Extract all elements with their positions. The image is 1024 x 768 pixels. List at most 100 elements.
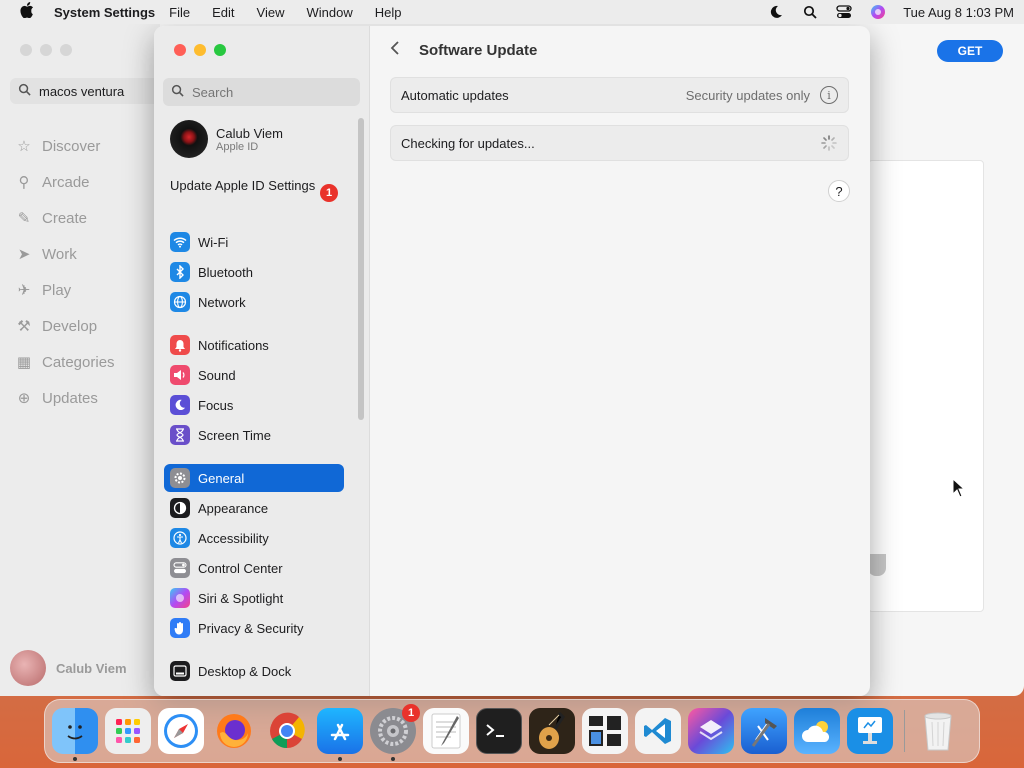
menu-clock[interactable]: Tue Aug 8 1:03 PM (903, 5, 1014, 20)
settings-sidebar: Calub Viem Apple ID Update Apple ID Sett… (154, 26, 370, 696)
apple-id-profile[interactable]: Calub Viem Apple ID (170, 120, 283, 158)
minimize-button[interactable] (40, 44, 52, 56)
chrome-icon[interactable] (264, 708, 310, 754)
moon-icon[interactable] (767, 4, 785, 20)
sidebar-item-general[interactable]: General (164, 464, 344, 492)
back-chevron-icon[interactable] (390, 40, 400, 61)
nav-label: Create (42, 209, 88, 227)
menu-help[interactable]: Help (375, 5, 402, 20)
menu-file[interactable]: File (169, 5, 190, 20)
siri-icon[interactable] (869, 4, 887, 20)
app-store-account[interactable]: Calub Viem (10, 650, 127, 686)
gear-icon (170, 468, 190, 488)
nav-create[interactable]: ✎ Create (14, 200, 115, 236)
sidebar-item-notifications[interactable]: Notifications (164, 331, 344, 359)
sidebar-item-focus[interactable]: Focus (164, 391, 344, 419)
nav-categories[interactable]: ▦ Categories (14, 344, 115, 380)
sidebar-item-label: Sound (198, 367, 236, 383)
dock-separator (904, 710, 905, 752)
minimize-button[interactable] (194, 44, 206, 56)
close-button[interactable] (20, 44, 32, 56)
app-store-icon[interactable] (317, 708, 363, 761)
automatic-updates-row[interactable]: Automatic updates Security updates only … (390, 77, 849, 113)
checking-updates-row: Checking for updates... (390, 125, 849, 161)
siri-icon (170, 588, 190, 608)
apple-menu-icon[interactable] (10, 1, 44, 23)
nav-arcade[interactable]: ⚲ Arcade (14, 164, 115, 200)
dock: 1 (44, 699, 980, 763)
hammer-icon: ⚒ (17, 318, 31, 335)
close-button[interactable] (174, 44, 186, 56)
update-apple-id-settings[interactable]: Update Apple ID Settings (170, 178, 320, 194)
system-settings-window: Calub Viem Apple ID Update Apple ID Sett… (154, 26, 870, 696)
control-center-icon[interactable] (835, 4, 853, 20)
settings-search-input[interactable] (192, 84, 342, 100)
sidebar-item-wifi[interactable]: Wi-Fi (164, 228, 344, 256)
menu-edit[interactable]: Edit (212, 5, 234, 20)
menu-window[interactable]: Window (306, 5, 352, 20)
get-button[interactable]: GET (937, 40, 1003, 62)
nav-work[interactable]: ➤ Work (14, 236, 115, 272)
sidebar-scrollbar[interactable] (358, 118, 364, 420)
sidebar-item-label: Bluetooth (198, 264, 253, 280)
shortcuts-icon[interactable] (688, 708, 734, 754)
vscode-icon[interactable] (635, 708, 681, 754)
appearance-icon (170, 498, 190, 518)
settings-search-field[interactable] (163, 78, 360, 106)
menu-app-name[interactable]: System Settings (54, 5, 155, 20)
nav-develop[interactable]: ⚒ Develop (14, 308, 115, 344)
nav-label: Updates (42, 389, 98, 407)
launchpad-icon[interactable] (105, 708, 151, 754)
running-indicator (73, 757, 77, 761)
garageband-icon[interactable] (529, 708, 575, 754)
notification-badge: 1 (402, 704, 420, 722)
zoom-button[interactable] (214, 44, 226, 56)
spotlight-search-icon[interactable] (801, 4, 819, 20)
info-icon[interactable]: i (820, 86, 838, 104)
sidebar-item-siri-spotlight[interactable]: Siri & Spotlight (164, 584, 344, 612)
sidebar-item-network[interactable]: Network (164, 288, 344, 316)
terminal-icon[interactable] (476, 708, 522, 754)
search-icon (171, 84, 184, 100)
sidebar-item-desktop-dock[interactable]: Desktop & Dock (164, 657, 344, 685)
profile-name: Calub Viem (216, 125, 283, 141)
nav-discover[interactable]: ☆ Discover (14, 128, 115, 164)
nav-label: Categories (42, 353, 115, 371)
sidebar-item-privacy-security[interactable]: Privacy & Security (164, 614, 344, 642)
keynote-icon[interactable] (847, 708, 893, 754)
page-title: Software Update (419, 42, 538, 59)
sidebar-item-label: Accessibility (198, 530, 269, 546)
xcode-icon[interactable] (741, 708, 787, 754)
hourglass-icon (170, 425, 190, 445)
globe-icon (170, 292, 190, 312)
nav-play[interactable]: ✈ Play (14, 272, 115, 308)
weather-icon[interactable] (794, 708, 840, 754)
zoom-button[interactable] (60, 44, 72, 56)
sidebar-item-sound[interactable]: Sound (164, 361, 344, 389)
firefox-icon[interactable] (211, 708, 257, 754)
arcade-icon: ⚲ (18, 174, 30, 191)
menu-view[interactable]: View (257, 5, 285, 20)
safari-icon[interactable] (158, 708, 204, 754)
app-store-search-value[interactable]: macos ventura (39, 84, 124, 99)
sidebar-item-bluetooth[interactable]: Bluetooth (164, 258, 344, 286)
trash-icon[interactable] (915, 708, 961, 754)
help-button[interactable]: ? (828, 180, 850, 202)
nav-label: Play (42, 281, 72, 299)
sidebar-item-screen-time[interactable]: Screen Time (164, 421, 344, 449)
running-indicator (338, 757, 342, 761)
sidebar-item-label: Notifications (198, 337, 269, 353)
control-center-icon (170, 558, 190, 578)
sidebar-item-appearance[interactable]: Appearance (164, 494, 344, 522)
sidebar-item-control-center[interactable]: Control Center (164, 554, 344, 582)
nav-updates[interactable]: ⊕ Updates (14, 380, 115, 416)
app-store-search-field[interactable]: macos ventura (10, 78, 160, 104)
app-store-user-name: Calub Viem (56, 660, 127, 676)
finder-icon[interactable] (52, 708, 98, 761)
window-manager-icon[interactable] (582, 708, 628, 754)
sidebar-item-accessibility[interactable]: Accessibility (164, 524, 344, 552)
system-settings-icon[interactable]: 1 (370, 704, 420, 761)
avatar (170, 120, 208, 158)
textedit-icon[interactable] (423, 708, 469, 754)
app-card[interactable] (868, 160, 984, 612)
